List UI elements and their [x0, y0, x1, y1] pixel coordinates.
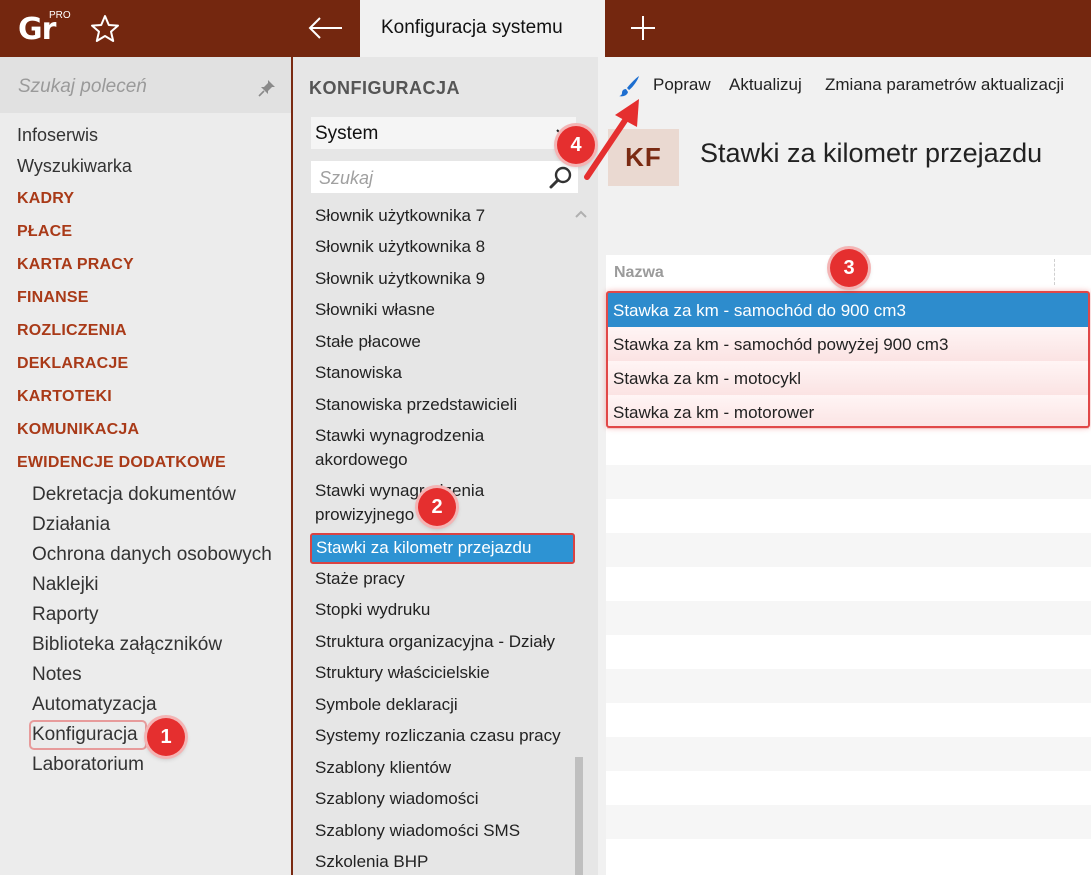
- nav-item-dekretacja[interactable]: Dekretacja dokumentów: [32, 484, 236, 506]
- nav-section-deklaracje[interactable]: DEKLARACJE: [17, 355, 128, 373]
- scrollbar-thumb[interactable]: [575, 757, 583, 875]
- tree-item[interactable]: Szablony klientów: [315, 756, 573, 780]
- nav-section-place[interactable]: PŁACE: [17, 223, 72, 241]
- top-bar: Gr PRO Konfiguracja systemu: [0, 0, 1091, 57]
- data-grid: Nazwa Stawka za km - samochód do 900 cm3…: [606, 255, 1091, 875]
- tree-item[interactable]: Struktury właścicielskie: [315, 661, 573, 685]
- tree-item-selected[interactable]: Stawki za kilometr przejazdu: [310, 533, 575, 564]
- annotation-badge-4: 4: [557, 126, 595, 164]
- aktualizuj-button[interactable]: Aktualizuj: [729, 75, 802, 95]
- tree-search-input[interactable]: Szukaj: [311, 161, 578, 193]
- tree-item[interactable]: Stawki wynagrodzenia akordowego: [315, 424, 573, 472]
- tab-label: Konfiguracja systemu: [381, 17, 563, 38]
- tree-item[interactable]: Stanowiska przedstawicieli: [315, 393, 573, 417]
- table-row[interactable]: Stawka za km - samochód powyżej 900 cm3: [607, 327, 1089, 361]
- tree-item[interactable]: Słownik użytkownika 7: [315, 204, 573, 228]
- tree-item[interactable]: Stałe płacowe: [315, 330, 573, 354]
- column-separator: [1054, 259, 1055, 285]
- tree-item[interactable]: Szablony wiadomości SMS: [315, 819, 573, 843]
- page-title: Stawki za kilometr przejazdu: [700, 138, 1043, 168]
- nav-item-wyszukiwarka[interactable]: Wyszukiwarka: [17, 156, 132, 177]
- nav-item-dzialania[interactable]: Działania: [32, 514, 110, 536]
- tree-item[interactable]: Szkolenia BHP: [315, 850, 573, 874]
- configuration-title: KONFIGURACJA: [309, 78, 461, 98]
- logo-pro-badge: PRO: [49, 10, 71, 21]
- table-row-selected[interactable]: Stawka za km - samochód do 900 cm3: [607, 293, 1089, 327]
- nav-section-ewidencje-dodatkowe[interactable]: EWIDENCJE DODATKOWE: [17, 454, 226, 472]
- tree-search-placeholder: Szukaj: [319, 168, 374, 188]
- empty-row: [606, 601, 1091, 635]
- nav-item-raporty[interactable]: Raporty: [32, 604, 99, 626]
- pin-icon[interactable]: [258, 79, 276, 97]
- tree-item[interactable]: Staże pracy: [315, 567, 573, 591]
- scroll-up-icon[interactable]: [574, 207, 588, 221]
- table-row[interactable]: Stawka za km - motorower: [607, 395, 1089, 429]
- nav-section-komunikacja[interactable]: KOMUNIKACJA: [17, 421, 139, 439]
- tree-item[interactable]: Symbole deklaracji: [315, 693, 573, 717]
- tree-item[interactable]: Słownik użytkownika 9: [315, 267, 573, 291]
- nav-item-biblioteka[interactable]: Biblioteka załączników: [32, 634, 222, 656]
- nav-item-notes[interactable]: Notes: [32, 664, 82, 686]
- tree-item[interactable]: Szablony wiadomości: [315, 787, 573, 811]
- nav-item-infoserwis[interactable]: Infoserwis: [17, 125, 98, 146]
- back-arrow-icon[interactable]: [306, 12, 346, 44]
- nav-item-naklejki[interactable]: Naklejki: [32, 574, 99, 596]
- app-window: Gr PRO Konfiguracja systemu Szukaj polec…: [0, 0, 1091, 875]
- nav-section-karta-pracy[interactable]: KARTA PRACY: [17, 256, 134, 274]
- left-navigation: Szukaj poleceń Infoserwis Wyszukiwarka K…: [0, 57, 291, 875]
- table-row[interactable]: Stawka za km - motocykl: [607, 361, 1089, 395]
- nav-item-laboratorium[interactable]: Laboratorium: [32, 754, 144, 776]
- zmiana-parametrow-button[interactable]: Zmiana parametrów aktualizacji: [825, 75, 1064, 95]
- tab-konfiguracja-systemu[interactable]: Konfiguracja systemu: [360, 0, 605, 57]
- tree-item-selected-label: Stawki za kilometr przejazdu: [316, 538, 532, 557]
- empty-row: [606, 465, 1091, 499]
- empty-row: [606, 533, 1091, 567]
- popraw-button[interactable]: Popraw: [653, 75, 711, 95]
- annotation-badge-2: 2: [418, 488, 456, 526]
- annotation-badge-3: 3: [830, 249, 868, 287]
- highlight-konfiguracja: [29, 720, 147, 750]
- main-panel: Popraw Aktualizuj Zmiana parametrów aktu…: [598, 57, 1091, 875]
- nav-section-kadry[interactable]: KADRY: [17, 190, 74, 208]
- annotation-badge-1: 1: [147, 718, 185, 756]
- nav-item-automatyzacja[interactable]: Automatyzacja: [32, 694, 157, 716]
- configuration-tree: KONFIGURACJA System Szukaj Słownik użytk…: [291, 57, 598, 875]
- nav-item-ochrona-danych[interactable]: Ochrona danych osobowych: [32, 544, 272, 566]
- tree-item[interactable]: Struktura organizacyjna - Działy: [315, 630, 573, 654]
- nav-section-kartoteki[interactable]: KARTOTEKI: [17, 388, 112, 406]
- star-icon[interactable]: [89, 13, 121, 45]
- table-cell: Stawka za km - motorower: [613, 403, 815, 422]
- app-logo[interactable]: Gr PRO: [18, 10, 71, 50]
- command-search-placeholder: Szukaj poleceń: [18, 76, 147, 97]
- plus-icon[interactable]: [627, 12, 659, 44]
- tree-item[interactable]: Stopki wydruku: [315, 598, 573, 622]
- module-select[interactable]: System: [311, 117, 576, 149]
- empty-row: [606, 669, 1091, 703]
- tree-item[interactable]: Systemy rozliczania czasu pracy: [315, 724, 573, 748]
- command-search[interactable]: Szukaj poleceń: [0, 57, 291, 113]
- empty-row: [606, 805, 1091, 839]
- column-header-nazwa[interactable]: Nazwa: [614, 264, 664, 282]
- tree-item[interactable]: Słowniki własne: [315, 298, 573, 322]
- table-cell: Stawka za km - motocykl: [613, 369, 801, 388]
- search-icon[interactable]: [549, 165, 573, 189]
- table-cell: Stawka za km - samochód powyżej 900 cm3: [613, 335, 949, 354]
- empty-row: [606, 737, 1091, 771]
- table-cell: Stawka za km - samochód do 900 cm3: [613, 301, 906, 320]
- tree-item[interactable]: Słownik użytkownika 8: [315, 235, 573, 259]
- tree-item[interactable]: Stanowiska: [315, 361, 573, 385]
- nav-section-rozliczenia[interactable]: ROZLICZENIA: [17, 322, 127, 340]
- nav-section-finanse[interactable]: FINANSE: [17, 289, 89, 307]
- module-select-value: System: [315, 123, 379, 144]
